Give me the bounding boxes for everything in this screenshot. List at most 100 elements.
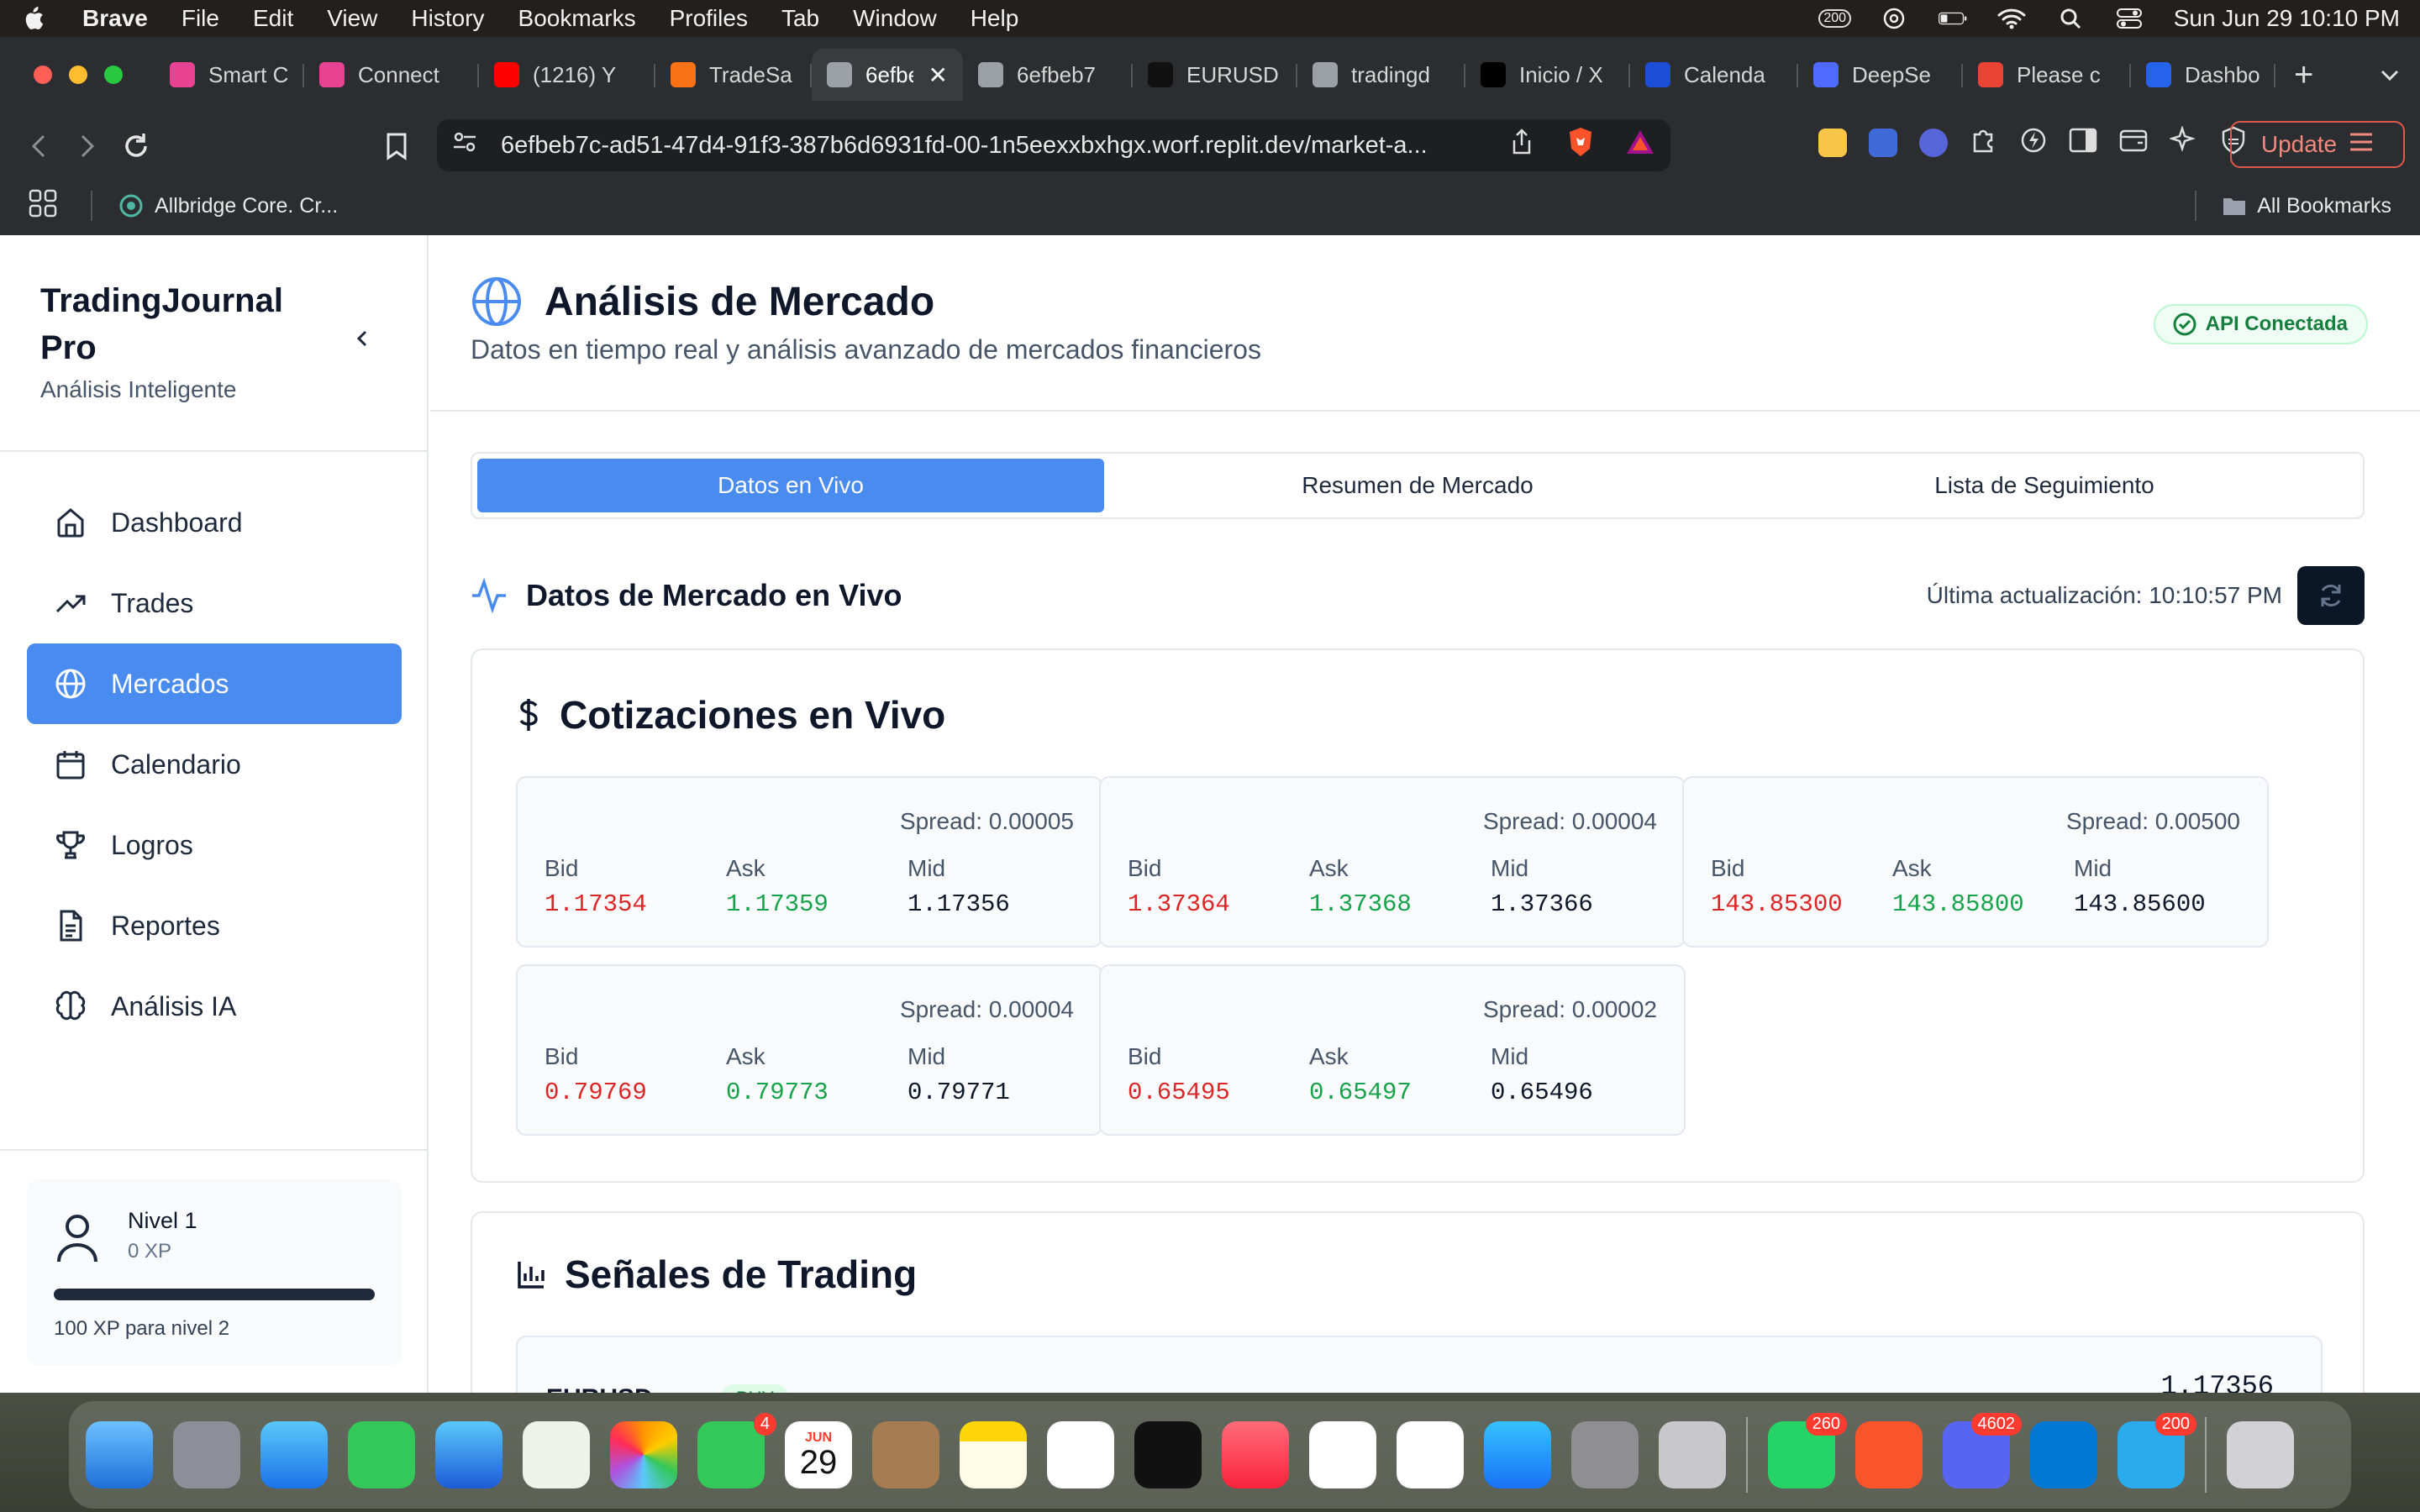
maps-icon[interactable] [523, 1421, 590, 1488]
close-window-button[interactable] [34, 66, 52, 84]
discord-icon[interactable]: 4602 [1943, 1413, 2022, 1488]
wallet-icon[interactable] [2119, 128, 2148, 157]
minimize-window-button[interactable] [69, 66, 87, 84]
forward-button[interactable] [71, 129, 104, 163]
trash-icon[interactable] [2227, 1421, 2294, 1488]
freeform-icon[interactable] [1047, 1421, 1114, 1488]
launchpad-icon[interactable] [173, 1421, 240, 1488]
sidebar-item-logros[interactable]: Logros [27, 805, 402, 885]
browser-tab[interactable]: 6efbeb7 [963, 49, 1133, 101]
apps-grid-icon[interactable] [29, 189, 57, 223]
quote-card[interactable]: Spread: 0.00004 Bid 1.37364 Ask 1.37368 Mid 1.… [1099, 776, 1686, 948]
quote-card[interactable]: Spread: 0.00500 Bid 143.85300 Ask 143.85800 M… [1682, 776, 2269, 948]
browser-tab[interactable]: Dashbo [2131, 49, 2275, 101]
all-bookmarks-button[interactable]: All Bookmarks [2222, 194, 2391, 218]
browser-tab[interactable]: tradingd [1297, 49, 1465, 101]
vscode-icon[interactable] [2030, 1421, 2097, 1488]
notes-icon[interactable] [960, 1421, 1027, 1488]
app-store-icon[interactable] [1484, 1421, 1551, 1488]
menu-bookmarks[interactable]: Bookmarks [518, 5, 636, 32]
signal-row[interactable]: EURUSD BUY 1.17356 [516, 1336, 2323, 1393]
menu-tab[interactable]: Tab [781, 5, 819, 32]
leo-icon[interactable] [2020, 127, 2047, 158]
photos-icon[interactable] [610, 1421, 677, 1488]
quote-card[interactable]: Spread: 0.00002 Bid 0.65495 Ask 0.65497 Mid 0.… [1099, 964, 1686, 1136]
close-tab-icon[interactable]: ✕ [929, 61, 948, 89]
menu-profiles[interactable]: Profiles [670, 5, 748, 32]
reload-button[interactable] [119, 129, 153, 163]
safari-icon[interactable] [260, 1421, 328, 1488]
status-badge-icon[interactable]: 200 [1818, 6, 1852, 31]
system-settings-icon[interactable] [1571, 1421, 1639, 1488]
control-center-icon[interactable] [2115, 6, 2144, 31]
browser-tab[interactable]: Smart C [155, 49, 304, 101]
browser-tab[interactable]: Connect [304, 49, 479, 101]
sidebar-toggle-icon[interactable] [2069, 128, 2097, 157]
extension-icon[interactable] [1919, 128, 1948, 157]
menu-history[interactable]: History [411, 5, 484, 32]
browser-tab[interactable]: Calenda [1630, 49, 1798, 101]
back-button[interactable] [22, 129, 55, 163]
apple-tv-icon[interactable] [1134, 1421, 1202, 1488]
menu-help[interactable]: Help [971, 5, 1019, 32]
extension-icon[interactable] [1869, 128, 1897, 157]
chevron-down-icon[interactable] [2380, 62, 2400, 88]
menu-file[interactable]: File [182, 5, 219, 32]
new-tab-button[interactable]: + [2294, 56, 2313, 94]
apple-icon[interactable] [20, 4, 45, 33]
menu-clock[interactable]: Sun Jun 29 10:10 PM [2174, 5, 2400, 32]
browser-tab[interactable]: Please c [1963, 49, 2131, 101]
tab-lista-de-seguimiento[interactable]: Lista de Seguimiento [1731, 459, 2358, 512]
contacts-icon[interactable] [872, 1421, 939, 1488]
browser-tab[interactable]: 6efbeb7 ✕ [812, 49, 963, 101]
menu-window[interactable]: Window [853, 5, 937, 32]
sidebar-item-trades[interactable]: Trades [27, 563, 402, 643]
share-icon[interactable] [1511, 129, 1533, 162]
battery-icon[interactable] [1938, 6, 1967, 31]
wifi-icon[interactable] [1997, 6, 2026, 31]
browser-tab[interactable]: EURUSD [1133, 49, 1297, 101]
telegram-icon[interactable]: 200 [2118, 1413, 2196, 1488]
extension-icon[interactable] [1818, 128, 1847, 157]
calendar-app-icon[interactable]: JUN 29 [785, 1421, 852, 1488]
menu-edit[interactable]: Edit [253, 5, 293, 32]
menu-app-name[interactable]: Brave [82, 5, 148, 32]
tab-resumen-de-mercado[interactable]: Resumen de Mercado [1104, 459, 1731, 512]
mail-icon[interactable] [435, 1421, 502, 1488]
menu-view[interactable]: View [327, 5, 377, 32]
bookmark-allbridge[interactable]: Allbridge Core. Cr... [118, 192, 338, 219]
browser-tab[interactable]: Inicio / X [1465, 49, 1630, 101]
finder-icon[interactable] [86, 1421, 153, 1488]
brave-icon[interactable] [1855, 1421, 1923, 1488]
zoom-window-button[interactable] [104, 66, 123, 84]
sidebar-item-reportes[interactable]: Reportes [27, 885, 402, 966]
reminders-icon[interactable] [1397, 1421, 1464, 1488]
sidebar-item-mercados[interactable]: Mercados [27, 643, 402, 724]
brave-shields-icon[interactable] [1566, 126, 1595, 165]
quote-card[interactable]: Spread: 0.00004 Bid 0.79769 Ask 0.79773 Mid 0.… [516, 964, 1102, 1136]
ai-sparkle-icon[interactable] [2169, 125, 2198, 159]
browser-tab[interactable]: (1216) Y [479, 49, 655, 101]
sidebar-item-dashboard[interactable]: Dashboard [27, 482, 402, 563]
update-button[interactable]: Update [2230, 121, 2405, 168]
address-bar[interactable]: 6efbeb7c-ad51-47d4-91f3-387b6d6931fd-00-… [437, 119, 1670, 171]
brave-rewards-icon[interactable] [1625, 129, 1655, 162]
whatsapp-icon[interactable]: 260 [1768, 1413, 1847, 1488]
search-icon[interactable] [2056, 6, 2085, 31]
sidebar-item-analisis-ia[interactable]: Análisis IA [27, 966, 402, 1047]
refresh-button[interactable] [2297, 566, 2365, 625]
news-icon[interactable] [1309, 1421, 1376, 1488]
openai-icon[interactable] [1880, 6, 1908, 31]
messages-icon[interactable] [348, 1421, 415, 1488]
facetime-icon[interactable]: 4 [697, 1413, 776, 1488]
music-icon[interactable] [1222, 1421, 1289, 1488]
site-settings-icon[interactable] [452, 131, 477, 160]
tab-datos-en-vivo[interactable]: Datos en Vivo [477, 459, 1104, 512]
browser-tab[interactable]: DeepSe [1798, 49, 1963, 101]
bookmark-icon[interactable] [380, 129, 413, 163]
collapse-sidebar-button[interactable] [350, 326, 375, 351]
iphone-mirroring-icon[interactable] [1659, 1421, 1726, 1488]
puzzle-icon[interactable] [1970, 126, 1998, 159]
sidebar-item-calendario[interactable]: Calendario [27, 724, 402, 805]
quote-card[interactable]: Spread: 0.00005 Bid 1.17354 Ask 1.17359 Mid 1.… [516, 776, 1102, 948]
